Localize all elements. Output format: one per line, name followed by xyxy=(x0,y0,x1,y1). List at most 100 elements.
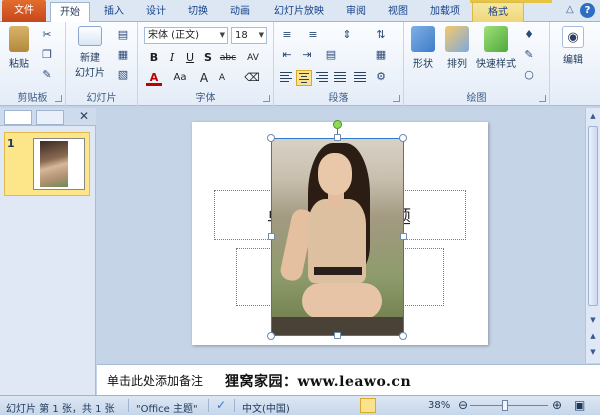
spellcheck-icon[interactable]: ✓ xyxy=(216,398,226,412)
help-icon[interactable]: ? xyxy=(580,3,595,18)
minimize-ribbon-icon[interactable]: △ xyxy=(566,4,574,15)
shrink-font-button[interactable]: A xyxy=(214,70,230,86)
font-name-select[interactable]: 宋体 (正文) ▼ xyxy=(144,27,228,44)
decrease-indent-icon[interactable]: ⇤ xyxy=(280,48,294,62)
font-size-select[interactable]: 18 ▼ xyxy=(231,27,267,44)
smartart-icon[interactable]: ⚙ xyxy=(374,70,388,84)
copy-icon[interactable]: ❐ xyxy=(40,48,54,62)
columns-icon[interactable]: ▤ xyxy=(324,48,338,62)
text-direction-icon[interactable]: ⇅ xyxy=(374,28,388,42)
font-size-value: 18 xyxy=(235,30,248,41)
language[interactable]: 中文(中国) xyxy=(242,400,290,415)
vertical-scrollbar[interactable]: ▲ ▼ ▲ ▼ xyxy=(585,108,600,363)
reading-view-button[interactable] xyxy=(396,398,412,413)
align-center-button[interactable] xyxy=(296,70,312,86)
arrange-icon xyxy=(445,26,469,52)
thumbnail-photo xyxy=(40,141,68,187)
char-spacing-button[interactable]: AV xyxy=(242,50,264,66)
scroll-down-icon[interactable]: ▼ xyxy=(587,314,599,326)
reset-icon[interactable]: ▦ xyxy=(116,48,130,62)
clipboard-group: 粘贴 ✂ ❐ ✎ 剪贴板 xyxy=(0,22,66,106)
slide-canvas[interactable]: 单 题 xyxy=(192,120,488,345)
close-icon[interactable]: ✕ xyxy=(79,109,89,123)
cut-icon[interactable]: ✂ xyxy=(40,28,54,42)
sorter-view-button[interactable] xyxy=(378,398,394,413)
strikethrough-button[interactable]: abc xyxy=(218,50,238,66)
clipboard-launcher-icon[interactable] xyxy=(55,95,62,102)
notes-pane[interactable]: 单击此处添加备注 狸窝家园：www.leawo.cn xyxy=(97,364,600,395)
section-icon[interactable]: ▧ xyxy=(116,68,130,82)
resize-handle-n[interactable] xyxy=(334,134,341,141)
font-color-button[interactable]: A xyxy=(146,70,162,86)
shape-outline-icon[interactable]: ✎ xyxy=(522,48,536,62)
slideshow-view-button[interactable] xyxy=(412,398,428,413)
resize-handle-w[interactable] xyxy=(268,233,275,240)
grow-font-button[interactable]: A xyxy=(196,70,212,86)
tab-home[interactable]: 开始 xyxy=(50,2,90,23)
paste-button[interactable]: 粘贴 xyxy=(4,26,34,70)
scroll-up-icon[interactable]: ▲ xyxy=(587,110,599,122)
ribbon-tabs: 文件 开始 插入 设计 切换 动画 幻灯片放映 审阅 视图 加载项 格式 △ ? xyxy=(0,0,600,23)
new-slide-button[interactable]: 新建 幻灯片 xyxy=(72,26,108,79)
next-slide-icon[interactable]: ▼ xyxy=(587,346,599,358)
resize-handle-s[interactable] xyxy=(334,332,341,339)
tab-format[interactable]: 格式 xyxy=(472,2,524,22)
layout-icon[interactable]: ▤ xyxy=(116,28,130,42)
shape-fill-icon[interactable]: ♦ xyxy=(522,28,536,42)
tab-design[interactable]: 设计 xyxy=(138,2,174,22)
resize-handle-se[interactable] xyxy=(399,332,407,340)
prev-slide-icon[interactable]: ▲ xyxy=(587,330,599,342)
theme-name[interactable]: "Office 主题" xyxy=(136,400,198,415)
bullets-icon[interactable]: ≡ xyxy=(280,28,294,42)
quick-styles-button[interactable]: 快速样式 xyxy=(474,26,518,70)
shapes-button[interactable]: 形状 xyxy=(408,26,438,70)
zoom-out-icon[interactable]: ⊖ xyxy=(458,398,468,412)
tab-outline[interactable] xyxy=(36,110,64,125)
distributed-button[interactable] xyxy=(352,70,368,86)
tab-slides[interactable] xyxy=(4,110,32,125)
scrollbar-thumb[interactable] xyxy=(588,126,598,306)
increase-indent-icon[interactable]: ⇥ xyxy=(300,48,314,62)
line-spacing-icon[interactable]: ⇕ xyxy=(340,28,354,42)
fit-window-icon[interactable]: ▣ xyxy=(574,398,585,412)
align-left-button[interactable] xyxy=(278,70,294,86)
tab-file[interactable]: 文件 xyxy=(2,0,46,22)
paragraph-launcher-icon[interactable] xyxy=(393,95,400,102)
align-right-button[interactable] xyxy=(314,70,330,86)
rotation-handle[interactable] xyxy=(333,120,342,129)
change-case-button[interactable]: Aa xyxy=(170,70,190,86)
align-text-icon[interactable]: ▦ xyxy=(374,48,388,62)
italic-button[interactable]: I xyxy=(164,50,180,66)
clear-format-icon[interactable]: ⌫ xyxy=(244,70,260,86)
tab-insert[interactable]: 插入 xyxy=(96,2,132,22)
drawing-launcher-icon[interactable] xyxy=(539,95,546,102)
format-painter-icon[interactable]: ✎ xyxy=(40,68,54,82)
bold-button[interactable]: B xyxy=(146,50,162,66)
arrange-button[interactable]: 排列 xyxy=(442,26,472,70)
shapes-icon xyxy=(411,26,435,52)
slide-thumbnail[interactable] xyxy=(33,138,85,190)
shape-effects-icon[interactable]: ○ xyxy=(522,68,536,82)
underline-button[interactable]: U xyxy=(182,50,198,66)
tab-view[interactable]: 视图 xyxy=(380,2,416,22)
numbering-icon[interactable]: ≡ xyxy=(306,28,320,42)
resize-handle-ne[interactable] xyxy=(399,134,407,142)
editing-button[interactable]: ◉ 编辑 xyxy=(556,26,590,66)
notes-placeholder[interactable]: 单击此处添加备注 xyxy=(107,372,203,389)
zoom-slider-knob[interactable] xyxy=(502,400,508,411)
zoom-slider[interactable] xyxy=(470,405,548,406)
tab-slideshow[interactable]: 幻灯片放映 xyxy=(266,2,332,22)
justify-button[interactable] xyxy=(332,70,348,86)
tab-transitions[interactable]: 切换 xyxy=(180,2,216,22)
resize-handle-e[interactable] xyxy=(400,233,407,240)
normal-view-button[interactable] xyxy=(360,398,376,413)
tab-animations[interactable]: 动画 xyxy=(222,2,258,22)
zoom-in-icon[interactable]: ⊕ xyxy=(552,398,562,412)
resize-handle-sw[interactable] xyxy=(267,332,275,340)
tab-review[interactable]: 审阅 xyxy=(338,2,374,22)
tab-addins[interactable]: 加载项 xyxy=(422,2,468,22)
resize-handle-nw[interactable] xyxy=(267,134,275,142)
shadow-button[interactable]: S xyxy=(200,50,216,66)
zoom-level[interactable]: 38% xyxy=(428,400,450,411)
font-launcher-icon[interactable] xyxy=(263,95,270,102)
